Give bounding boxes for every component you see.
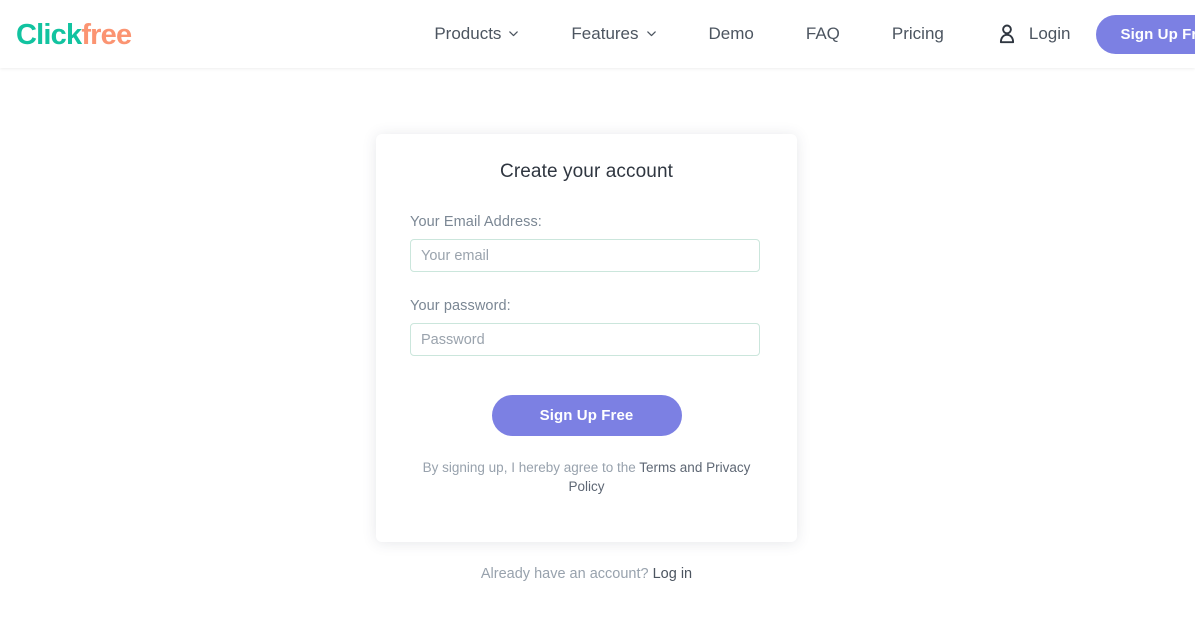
password-field-label: Your password: (410, 298, 511, 314)
nav-item-products[interactable]: Products (434, 18, 519, 50)
signup-form: Your Email Address: Your password: Sign … (376, 214, 797, 496)
user-icon[interactable] (996, 23, 1018, 45)
log-in-link[interactable]: Log in (653, 566, 693, 582)
nav-item-faq-label: FAQ (805, 24, 840, 43)
chevron-down-icon (508, 28, 519, 39)
terms-prefix: By signing up, I hereby agree to the (422, 460, 640, 475)
terms-agreement-text: By signing up, I hereby agree to the Ter… (410, 458, 763, 496)
nav-item-faq[interactable]: FAQ (806, 18, 840, 50)
login-link[interactable]: Login (1029, 24, 1071, 44)
brand-logo-part-one: Click (16, 18, 82, 51)
password-field-group: Your password: (410, 298, 763, 356)
header-actions: Login Sign Up Free (996, 14, 1195, 54)
nav-item-pricing-label: Pricing (891, 24, 944, 43)
site-header: Clickfree Products Features Demo FAQ Pri… (0, 0, 1195, 68)
page-main: Create your account Your Email Address: … (0, 68, 1195, 620)
submit-row: Sign Up Free (410, 395, 763, 436)
signup-card: Create your account Your Email Address: … (376, 134, 797, 542)
password-input[interactable] (410, 323, 760, 356)
header-signup-button[interactable]: Sign Up Free (1096, 14, 1195, 54)
signup-submit-button[interactable]: Sign Up Free (491, 395, 682, 436)
email-field-group: Your Email Address: (410, 214, 763, 272)
brand-logo-part-two: free (81, 18, 132, 51)
main-navigation: Products Features Demo FAQ Pricing (434, 18, 996, 50)
brand-logo[interactable]: Clickfree (16, 18, 132, 51)
nav-item-products-label: Products (434, 24, 502, 43)
nav-item-pricing[interactable]: Pricing (892, 18, 944, 50)
existing-account-row: Already have an account? Log in (376, 566, 797, 582)
email-field-label: Your Email Address: (410, 214, 542, 230)
nav-item-demo-label: Demo (708, 24, 754, 43)
chevron-down-icon (646, 28, 657, 39)
page-title: Create your account (500, 161, 673, 182)
existing-account-prompt: Already have an account? (480, 566, 653, 582)
email-input[interactable] (410, 239, 760, 272)
nav-item-features[interactable]: Features (571, 18, 656, 50)
nav-item-features-label: Features (571, 24, 639, 43)
nav-item-demo[interactable]: Demo (709, 18, 754, 50)
